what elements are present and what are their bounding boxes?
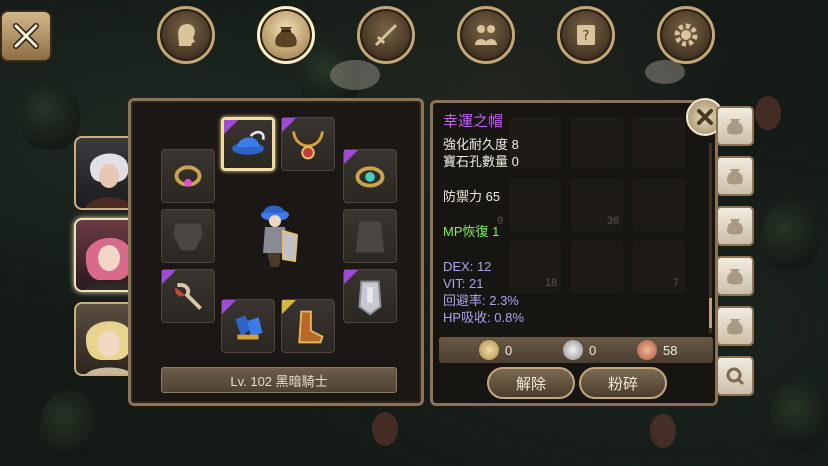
background-tree	[770, 380, 828, 450]
necklace-icon	[292, 131, 324, 160]
inventory-cell	[571, 117, 623, 169]
tab-bag[interactable]	[257, 6, 315, 64]
bag-tab-5[interactable]	[716, 306, 754, 346]
shield-icon	[358, 280, 382, 316]
ring-icon	[174, 165, 202, 187]
inventory-cell	[633, 117, 685, 169]
tab-skills[interactable]	[357, 6, 415, 64]
boots-icon	[298, 310, 324, 344]
background-monster	[330, 60, 380, 90]
copper-coin-group: 58	[637, 340, 677, 360]
gloves-slot[interactable]	[221, 299, 275, 353]
search-icon	[726, 367, 745, 386]
ring-icon	[355, 166, 385, 188]
mp-restore-stat: MP恢復 1	[443, 224, 500, 239]
background-tree	[20, 80, 80, 150]
cloak-slot[interactable]	[343, 209, 397, 263]
sword-icon	[374, 24, 397, 47]
people-icon	[475, 25, 497, 45]
bag-icon	[727, 269, 743, 285]
scroll-icon: ?	[577, 25, 595, 45]
gear-icon	[674, 23, 698, 47]
defense-stat: 防禦力 65	[443, 189, 501, 204]
scythe-icon	[175, 283, 202, 310]
equipment-panel: Lv. 102 黑暗騎士	[128, 98, 424, 406]
vit-stat: VIT: 21	[443, 276, 484, 291]
background-monster	[755, 96, 781, 130]
hat-icon	[232, 130, 265, 155]
silver-coin-icon	[563, 340, 583, 360]
silver-amount: 0	[589, 342, 597, 358]
character-figure	[261, 205, 299, 267]
character-level-label: Lv. 102 黑暗騎士	[161, 367, 397, 393]
gold-amount: 0	[505, 342, 513, 358]
shield-slot[interactable]	[343, 269, 397, 323]
ring-slot-right[interactable]	[343, 149, 397, 203]
bag-tab-2[interactable]	[716, 156, 754, 196]
item-detail-panel: 9 36 18 7 幸運之帽 強化耐久度 8 寶石孔數量 0 防禦力 65 MP…	[430, 100, 718, 406]
tab-quest[interactable]: ?	[557, 6, 615, 64]
detail-scrollbar-thumb[interactable]	[709, 298, 712, 328]
close-button[interactable]	[0, 10, 52, 62]
background-monster	[372, 412, 398, 446]
shatter-button[interactable]: 粉碎	[579, 367, 667, 399]
svg-text:?: ?	[583, 29, 590, 44]
bag-tab-4[interactable]	[716, 256, 754, 296]
background-monster	[650, 414, 676, 448]
bag-icon	[727, 319, 743, 335]
silver-coin-group: 0	[563, 340, 596, 360]
copper-amount: 58	[663, 342, 678, 358]
copper-coin-icon	[637, 340, 657, 360]
dex-stat: DEX: 12	[443, 259, 492, 274]
background-monster	[645, 60, 685, 84]
bag-icon	[727, 119, 743, 135]
currency-bar: 0 0 58	[439, 337, 713, 363]
enhance-durability: 強化耐久度 8	[443, 137, 519, 152]
armor-slot-left[interactable]	[161, 209, 215, 263]
unequip-button[interactable]: 解除	[487, 367, 575, 399]
close-icon	[697, 109, 713, 125]
ring-slot-left[interactable]	[161, 149, 215, 203]
bag-icon	[727, 219, 743, 235]
tab-character[interactable]	[157, 6, 215, 64]
background-tree	[760, 200, 820, 270]
inventory-count: 36	[607, 215, 620, 227]
necklace-slot[interactable]	[281, 117, 335, 171]
cloak-placeholder-icon	[355, 221, 385, 253]
gold-coin-icon	[479, 340, 499, 360]
weapon-slot[interactable]	[161, 269, 215, 323]
bag-icon	[727, 169, 743, 185]
bag-tab-1[interactable]	[716, 106, 754, 146]
gold-coin-group: 0	[479, 340, 512, 360]
evasion-stat: 回避率: 2.3%	[443, 293, 519, 308]
gem-slot-count: 寶石孔數量 0	[443, 154, 519, 169]
inventory-count: 18	[545, 277, 558, 289]
item-stats: 幸運之帽 強化耐久度 8 寶石孔數量 0 防禦力 65 MP恢復 1 DEX: …	[443, 113, 524, 326]
armor-placeholder-icon	[173, 223, 203, 251]
tab-party[interactable]	[457, 6, 515, 64]
bag-tab-3[interactable]	[716, 206, 754, 246]
tab-settings[interactable]	[657, 6, 715, 64]
item-name: 幸運之帽	[443, 113, 504, 130]
boots-slot[interactable]	[281, 299, 335, 353]
head-icon	[178, 23, 195, 46]
inventory-cell	[571, 241, 623, 293]
bag-icon	[275, 27, 297, 48]
background-tree	[40, 390, 100, 460]
inventory-count: 7	[673, 277, 680, 289]
helmet-slot[interactable]	[221, 117, 275, 171]
gloves-icon	[235, 315, 263, 340]
inventory-cell	[633, 179, 685, 231]
close-icon	[13, 23, 39, 49]
hp-absorb-stat: HP吸收: 0.8%	[443, 310, 524, 325]
search-tab[interactable]	[716, 356, 754, 396]
